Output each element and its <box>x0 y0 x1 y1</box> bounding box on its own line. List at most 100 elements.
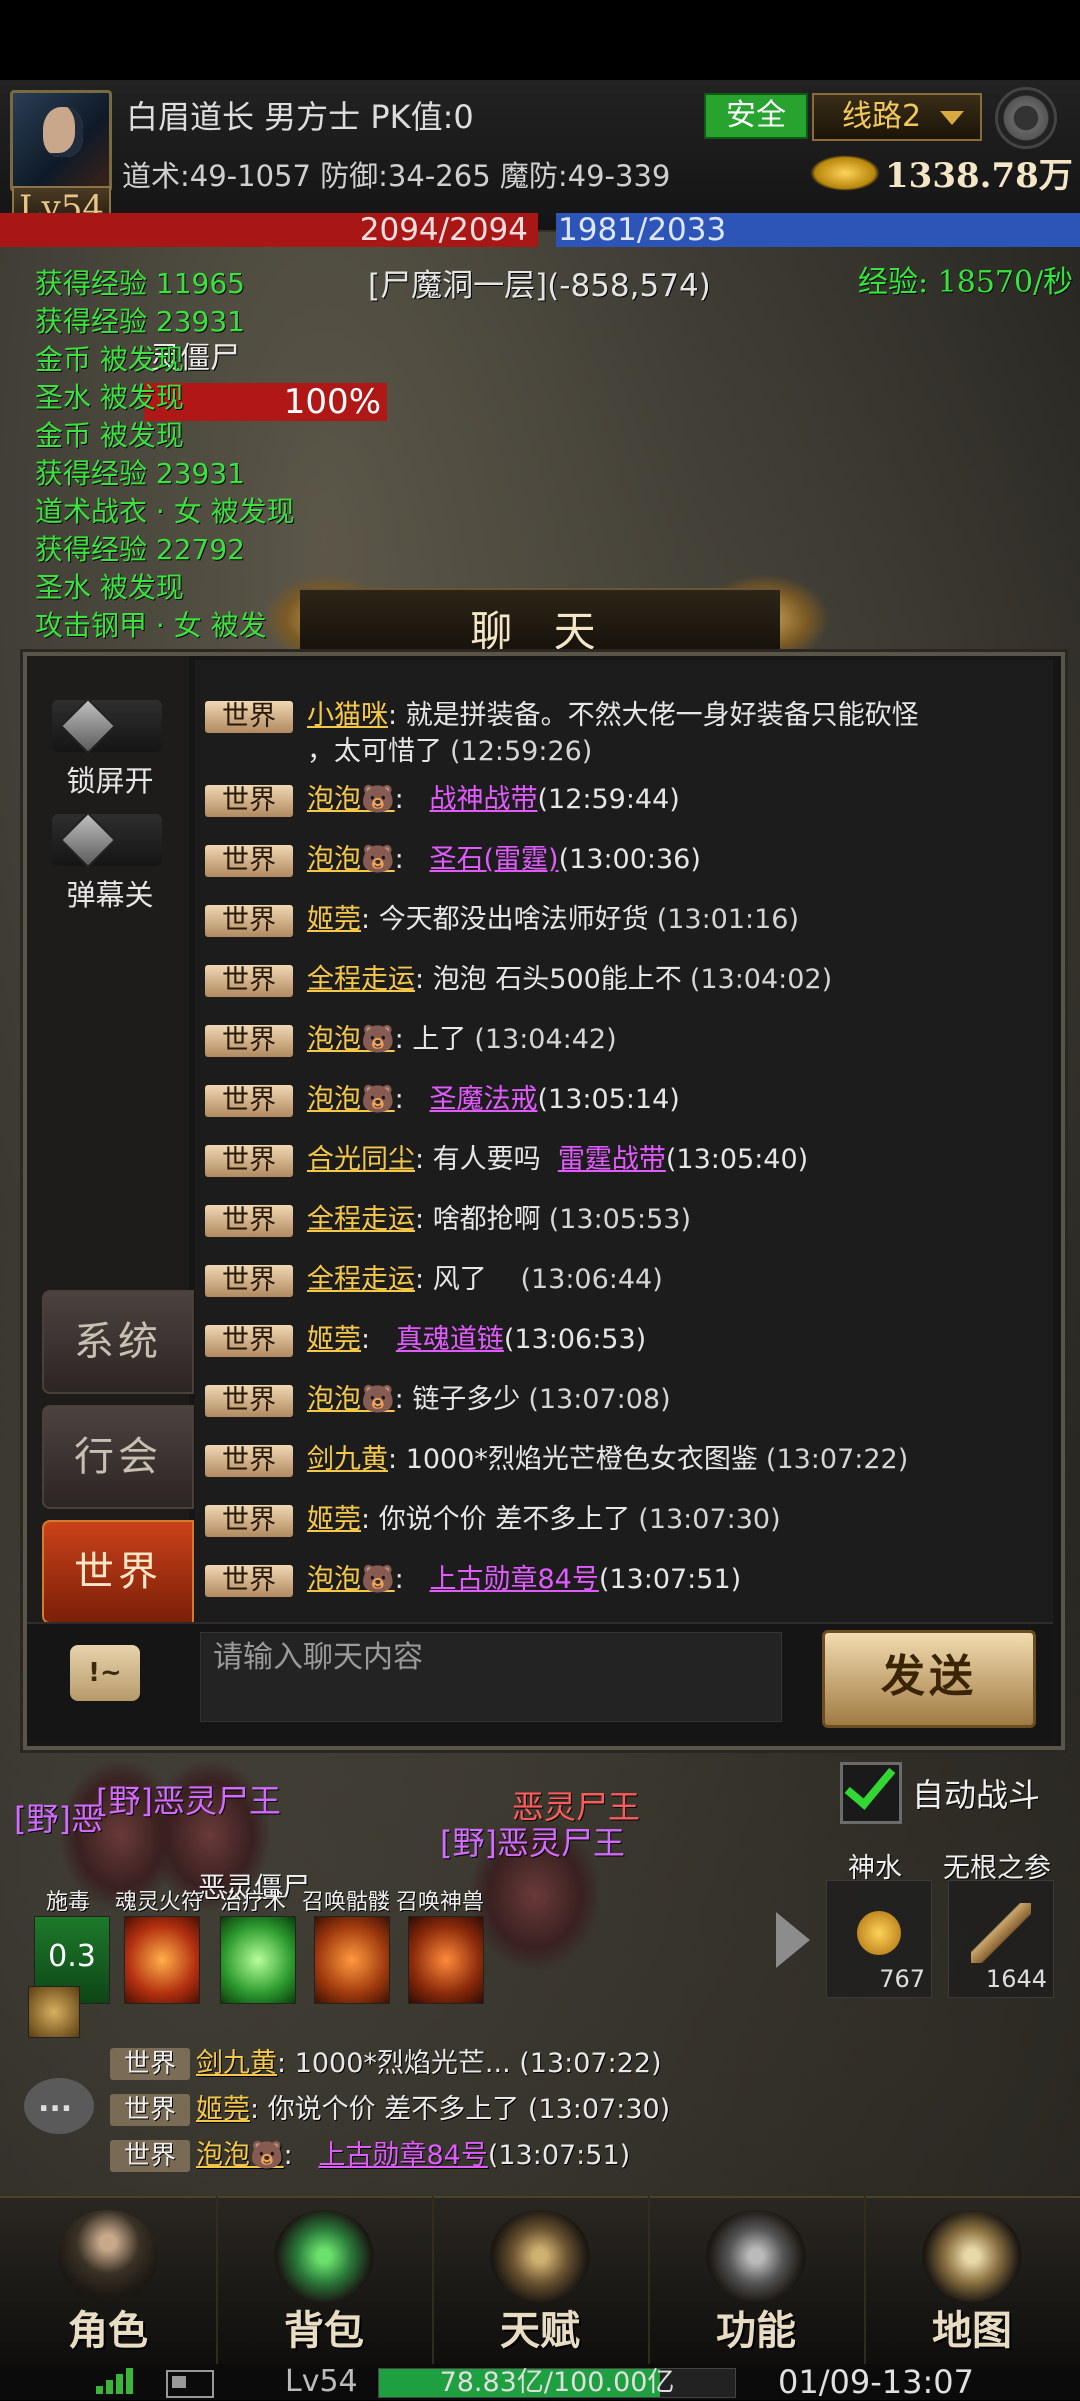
item-link[interactable]: 战神战带 <box>429 784 537 815</box>
target-hp-value: 100% <box>283 382 381 422</box>
skill-label: 治疗术 <box>220 1890 287 1915</box>
tab-world[interactable]: 世界 <box>42 1520 194 1624</box>
enemy-name: [野]恶灵尸王 <box>440 1824 625 1862</box>
item-link[interactable]: 真魂道链 <box>396 1324 504 1355</box>
channel-badge: 世界 <box>205 1444 293 1477</box>
nav-label: 角色 <box>68 2307 148 2354</box>
item-link[interactable]: 圣石(雷霆) <box>429 844 558 875</box>
item-link[interactable]: 上古勋章84号 <box>318 2140 487 2171</box>
chat-message: 世界 姬莞: 真魂道链(13:06:53) <box>205 1322 1035 1358</box>
player-avatar[interactable] <box>10 90 112 192</box>
item-link[interactable]: 圣魔法戒 <box>429 1084 537 1115</box>
skill-label: 魂灵火符 <box>115 1890 204 1915</box>
item-slot-divine-water[interactable]: 767 <box>826 1880 932 1998</box>
channel-badge: 世界 <box>110 2140 190 2172</box>
tab-system[interactable]: 系统 <box>42 1290 194 1394</box>
chat-sender[interactable]: 泡泡🐻 <box>307 844 395 875</box>
map-icon <box>922 2210 1022 2302</box>
chat-sender[interactable]: 剑九黄 <box>196 2048 277 2079</box>
chat-input[interactable]: 请输入聊天内容 <box>200 1632 782 1722</box>
tab-guild[interactable]: 行会 <box>42 1405 194 1509</box>
item-link[interactable]: 上古勋章84号 <box>429 1564 598 1595</box>
exp-progress-text: 78.83亿/100.00亿 <box>439 2367 675 2398</box>
nav-label: 功能 <box>716 2307 796 2354</box>
chat-message: 世界 剑九黄: 1000*烈焰光芒橙色女衣图鉴 (13:07:22) <box>205 1442 1035 1478</box>
exp-rate: 经验: 18570/秒 <box>858 265 1074 300</box>
chat-sender[interactable]: 姬莞 <box>307 904 361 935</box>
buff-icon[interactable] <box>28 1986 80 2038</box>
log-line: 攻击钢甲 · 女 被发 <box>35 609 267 642</box>
log-line: 获得经验 23931 <box>35 457 245 490</box>
skill-heal-icon[interactable] <box>220 1916 296 2004</box>
chat-message: 世界 泡泡🐻: 上古勋章84号(13:07:51) <box>205 1562 1035 1598</box>
skill-summon-skeleton-icon[interactable] <box>314 1916 390 2004</box>
mini-chat-line[interactable]: 世界 姬莞: 你说个价 差不多上了 (13:07:30) <box>110 2090 670 2130</box>
emote-icon[interactable]: !~ <box>70 1645 140 1701</box>
chat-text: 1000*烈焰光芒... <box>294 2048 511 2079</box>
potion-icon <box>857 1911 901 1955</box>
log-line: 获得经验 11965 <box>35 267 245 300</box>
log-line: 获得经验 23931 <box>35 305 245 338</box>
signal-icon <box>96 2366 138 2394</box>
chat-sender[interactable]: 全程走运 <box>307 1264 415 1295</box>
anvil-icon <box>706 2210 806 2302</box>
hp-value: 2094/2094 <box>359 212 528 248</box>
chat-sender[interactable]: 全程走运 <box>307 964 415 995</box>
chat-sender[interactable]: 合光同尘 <box>307 1144 415 1175</box>
nav-map[interactable]: 地图 <box>864 2196 1080 2364</box>
ginseng-icon <box>971 1903 1031 1963</box>
chat-sender[interactable]: 姬莞 <box>307 1504 361 1535</box>
channel-badge: 世界 <box>205 700 293 733</box>
skill-soul-fire-icon[interactable] <box>124 1916 200 2004</box>
auto-battle-checkbox[interactable] <box>840 1762 902 1824</box>
mini-chat-line[interactable]: 世界 泡泡🐻: 上古勋章84号(13:07:51) <box>110 2136 630 2176</box>
channel-badge: 世界 <box>205 1264 293 1297</box>
chat-sender[interactable]: 泡泡🐻 <box>307 1564 395 1595</box>
chevron-down-icon <box>940 111 964 125</box>
mp-value: 1981/2033 <box>558 212 727 248</box>
chat-sender[interactable]: 剑九黄 <box>307 1444 388 1475</box>
skill-cooldown: 0.3 <box>48 1939 96 1974</box>
chat-side-column <box>27 656 189 1668</box>
send-button[interactable]: 发送 <box>822 1630 1036 1728</box>
chat-bubble-icon[interactable] <box>24 2078 94 2134</box>
chat-text: 风了 <box>432 1264 487 1295</box>
nav-bag[interactable]: 背包 <box>216 2196 434 2364</box>
chat-sender[interactable]: 姬莞 <box>196 2094 250 2125</box>
chat-title: 聊 天 <box>470 607 610 656</box>
chat-text: 你说个价 差不多上了 <box>267 2094 520 2125</box>
chat-text: 链子多少 <box>412 1384 521 1415</box>
chat-sender[interactable]: 小猫咪 <box>307 700 388 731</box>
server-line-select[interactable]: 线路2 <box>812 93 982 141</box>
chat-sender[interactable]: 泡泡🐻 <box>196 2140 284 2171</box>
chat-sender[interactable]: 泡泡🐻 <box>307 1084 395 1115</box>
item-link[interactable]: 雷霆战带 <box>558 1144 666 1175</box>
arrow-right-icon[interactable] <box>776 1912 810 1968</box>
chat-message: 世界 泡泡🐻: 上了 (13:04:42) <box>205 1022 1035 1058</box>
chat-timestamp: (13:07:30) <box>638 1504 781 1535</box>
nav-function[interactable]: 功能 <box>648 2196 866 2364</box>
channel-badge: 世界 <box>205 1504 293 1537</box>
chat-sender[interactable]: 泡泡🐻 <box>307 1384 395 1415</box>
chat-message-list[interactable]: 世界 小猫咪: 就是拼装备。不然大佬一身好装备只能砍怪 ，太可惜了 (12:59:2… <box>195 660 1053 1660</box>
nav-character[interactable]: 角色 <box>0 2196 218 2364</box>
map-location: [尸魔洞一层](-858,574) <box>368 268 711 304</box>
chat-sender[interactable]: 姬莞 <box>307 1324 361 1355</box>
nav-talent[interactable]: 天赋 <box>432 2196 650 2364</box>
log-line: 道术战衣 · 女 被发现 <box>35 495 295 528</box>
chat-message: 世界 小猫咪: 就是拼装备。不然大佬一身好装备只能砍怪 ，太可惜了 (12:59:2… <box>205 698 1035 770</box>
channel-badge: 世界 <box>205 784 293 817</box>
enemy-name: [野]恶 <box>14 1800 103 1838</box>
channel-badge: 世界 <box>205 904 293 937</box>
mp-bar: 1981/2033 <box>556 213 1080 247</box>
chat-sender[interactable]: 泡泡🐻 <box>307 1024 395 1055</box>
mini-chat-line[interactable]: 世界 剑九黄: 1000*烈焰光芒... (13:07:22) <box>110 2044 662 2084</box>
log-line: 获得经验 22792 <box>35 533 245 566</box>
log-line: 圣水 被发现 <box>35 571 184 604</box>
item-slot-ginseng[interactable]: 1644 <box>948 1880 1054 1998</box>
skill-summon-beast-icon[interactable] <box>408 1916 484 2004</box>
chat-message: 世界 泡泡🐻: 圣石(雷霆)(13:00:36) <box>205 842 1035 878</box>
chat-sender[interactable]: 全程走运 <box>307 1204 415 1235</box>
gear-icon[interactable] <box>995 87 1057 149</box>
chat-sender[interactable]: 泡泡🐻 <box>307 784 395 815</box>
